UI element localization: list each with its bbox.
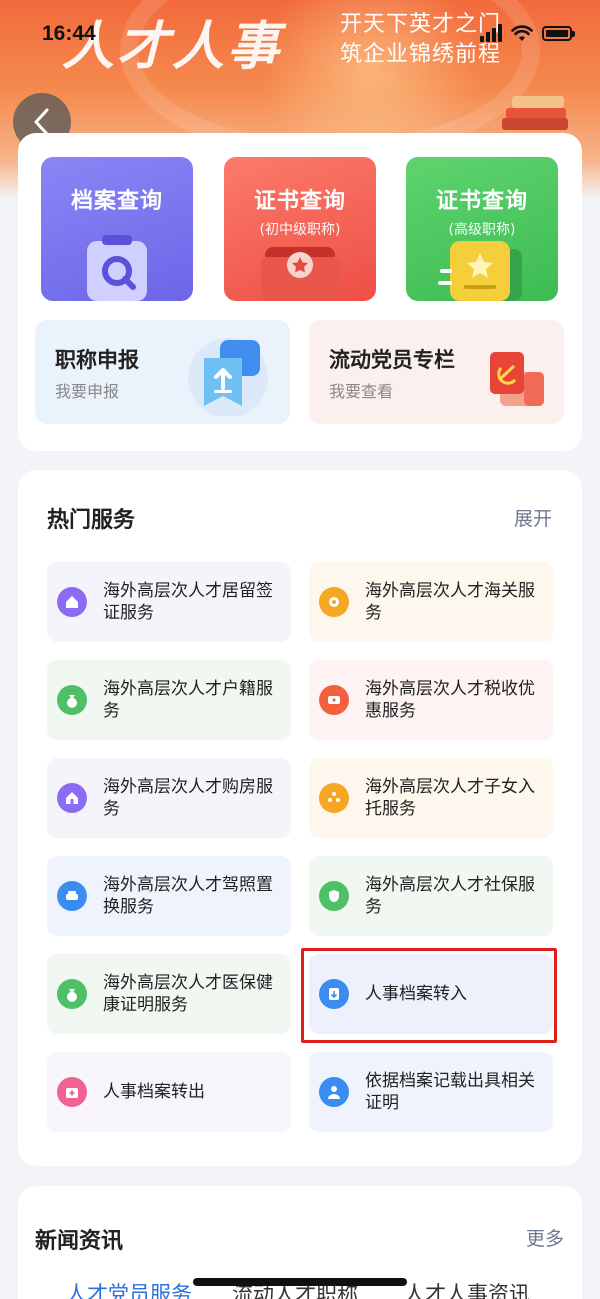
tile-subtitle: 我要查看 <box>329 382 394 401</box>
battery-icon <box>542 25 575 41</box>
service-label: 海外高层次人才购房服务 <box>103 777 273 819</box>
cellular-signal-icon <box>480 24 502 42</box>
archive-search-icon <box>87 235 147 301</box>
party-flag-icon <box>490 352 544 406</box>
service-tax-incentive[interactable]: 海外高层次人才税收优惠服务 <box>309 660 553 740</box>
service-residence-visa[interactable]: 海外高层次人才居留签证服务 <box>47 562 291 642</box>
home-icon <box>57 587 87 617</box>
news-tab-party-service[interactable]: 人才党员服务 <box>66 1278 192 1299</box>
customs-icon <box>319 587 349 617</box>
service-label: 依据档案记载出具相关证明 <box>365 1071 535 1113</box>
service-label: 海外高层次人才驾照置换服务 <box>103 875 273 917</box>
service-medical-insurance[interactable]: 海外高层次人才医保健康证明服务 <box>47 954 291 1034</box>
house-icon <box>57 783 87 813</box>
money-bag-icon <box>57 685 87 715</box>
section-title: 新闻资讯 <box>35 1229 124 1254</box>
car-icon <box>57 881 87 911</box>
money-bag-icon <box>57 979 87 1009</box>
wifi-icon <box>511 24 533 41</box>
mobile-party-member-tile[interactable]: 流动党员专栏 我要查看 <box>309 320 564 424</box>
family-icon <box>319 783 349 813</box>
service-driving-license[interactable]: 海外高层次人才驾照置换服务 <box>47 856 291 936</box>
service-social-security[interactable]: 海外高层次人才社保服务 <box>309 856 553 936</box>
title-application-tile[interactable]: 职称申报 我要申报 <box>35 320 290 424</box>
books-illustration <box>500 88 570 130</box>
tile-title: 职称申报 <box>55 348 139 372</box>
service-archive-transfer-out[interactable]: 人事档案转出 <box>47 1052 291 1132</box>
tile-title: 档案查询 <box>70 189 163 214</box>
banner-slogan-line1: 开天下英才之门 <box>340 12 502 37</box>
service-label: 海外高层次人才子女入托服务 <box>365 777 535 819</box>
service-label: 海外高层次人才社保服务 <box>365 875 535 917</box>
banner-slogan-line2: 筑企业锦绣前程 <box>340 42 502 67</box>
service-label: 海外高层次人才医保健康证明服务 <box>103 973 273 1015</box>
news-tab-hr-news[interactable]: 人才人事资讯 <box>404 1278 530 1299</box>
service-childcare[interactable]: 海外高层次人才子女入托服务 <box>309 758 553 838</box>
quick-access-card: 档案查询 证书查询 (初中级职称) 证书查询 (高级职称) 职称申报 我要申报 … <box>18 133 582 451</box>
tile-subtitle: 我要申报 <box>55 382 120 401</box>
tile-title: 证书查询 <box>435 189 528 214</box>
service-archive-certificate[interactable]: 依据档案记载出具相关证明 <box>309 1052 553 1132</box>
certificate-star-icon <box>261 247 339 301</box>
service-label: 海外高层次人才海关服务 <box>365 581 535 623</box>
person-icon <box>319 1077 349 1107</box>
service-customs[interactable]: 海外高层次人才海关服务 <box>309 562 553 642</box>
home-indicator[interactable] <box>193 1278 407 1286</box>
tile-title: 证书查询 <box>253 189 346 214</box>
service-house-purchase[interactable]: 海外高层次人才购房服务 <box>47 758 291 838</box>
service-label: 海外高层次人才税收优惠服务 <box>365 679 535 721</box>
upload-document-icon <box>188 338 268 416</box>
certificate-gold-star-icon <box>438 241 522 301</box>
service-household-registration[interactable]: 海外高层次人才户籍服务 <box>47 660 291 740</box>
status-icons <box>480 24 575 42</box>
medical-kit-icon <box>57 1077 87 1107</box>
archive-query-tile[interactable]: 档案查询 <box>41 157 193 301</box>
hot-services-card: 热门服务 展开 海外高层次人才居留签证服务 海外高层次人才海关服务 海外高层次人… <box>18 470 582 1166</box>
expand-link[interactable]: 展开 <box>514 504 552 531</box>
ticket-icon <box>319 685 349 715</box>
service-label: 海外高层次人才居留签证服务 <box>103 581 273 623</box>
selection-highlight <box>301 948 557 1043</box>
tile-title: 流动党员专栏 <box>329 348 455 372</box>
more-link[interactable]: 更多 <box>526 1224 564 1251</box>
service-label: 海外高层次人才户籍服务 <box>103 679 273 721</box>
certificate-query-mid-tile[interactable]: 证书查询 (初中级职称) <box>224 157 376 301</box>
shield-icon <box>319 881 349 911</box>
section-title: 热门服务 <box>47 508 136 533</box>
service-label: 人事档案转出 <box>103 1082 205 1102</box>
status-time: 16:44 <box>42 22 96 45</box>
certificate-query-senior-tile[interactable]: 证书查询 (高级职称) <box>406 157 558 301</box>
